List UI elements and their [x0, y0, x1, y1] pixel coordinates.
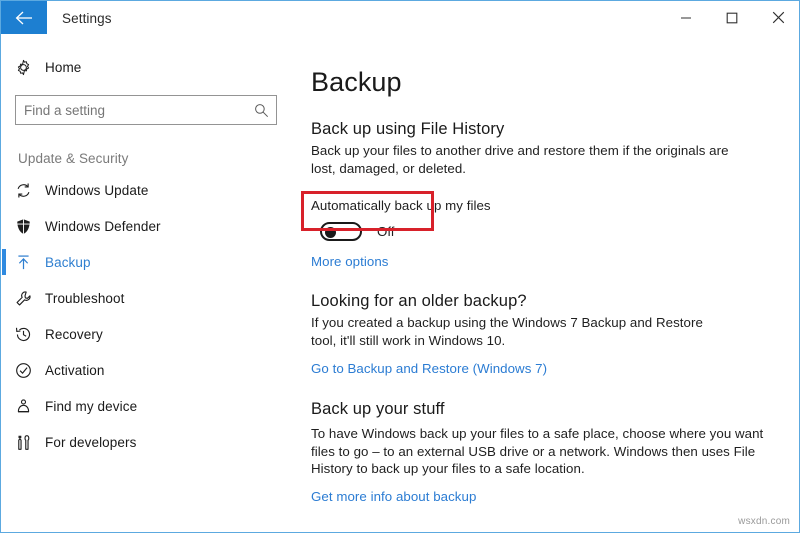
sidebar-item-label: Recovery: [45, 326, 103, 342]
sidebar-item-label: Find my device: [45, 398, 138, 414]
sidebar-item-recovery[interactable]: Recovery: [1, 316, 301, 352]
get-more-info-about-backup-link[interactable]: Get more info about backup: [311, 489, 476, 504]
minimize-button[interactable]: [663, 1, 709, 34]
section-back-up-your-stuff: Back up your stuff To have Windows back …: [311, 400, 799, 506]
window-controls: [663, 1, 799, 36]
upload-arrow-icon: [15, 254, 45, 271]
sidebar-item-label: For developers: [45, 434, 137, 450]
tools-icon: [15, 434, 45, 451]
sidebar-item-backup[interactable]: Backup: [1, 244, 301, 280]
wrench-icon: [15, 290, 45, 307]
minimize-icon: [680, 12, 692, 24]
sidebar-item-label: Windows Update: [45, 182, 149, 198]
maximize-button[interactable]: [709, 1, 755, 34]
settings-window: Settings Home Find a setting Update & Se…: [0, 0, 800, 533]
section-older-backup: Looking for an older backup? If you crea…: [311, 292, 799, 378]
sidebar-item-label: Troubleshoot: [45, 290, 125, 306]
section-file-history: Back up using File History Back up your …: [301, 120, 799, 271]
sidebar-item-label: Backup: [45, 254, 91, 270]
refresh-icon: [15, 182, 45, 199]
sidebar-item-label: Windows Defender: [45, 218, 161, 234]
more-options-link[interactable]: More options: [311, 254, 388, 269]
sidebar-item-windows-update[interactable]: Windows Update: [1, 172, 301, 208]
search-box[interactable]: [15, 95, 277, 125]
sidebar-item-troubleshoot[interactable]: Troubleshoot: [1, 280, 301, 316]
maximize-icon: [726, 12, 738, 24]
gear-icon: [15, 59, 45, 76]
arrow-left-icon: [15, 11, 33, 25]
sidebar-item-windows-defender[interactable]: Windows Defender: [1, 208, 301, 244]
page-title: Backup: [311, 67, 402, 97]
person-locator-icon: [15, 398, 45, 415]
go-to-backup-and-restore-link[interactable]: Go to Backup and Restore (Windows 7): [311, 361, 547, 376]
auto-backup-toggle[interactable]: [320, 221, 362, 241]
toggle-state-label: Off: [377, 223, 395, 239]
section-heading: Back up your stuff: [311, 400, 445, 418]
section-body: If you created a backup using the Window…: [311, 315, 703, 348]
close-button[interactable]: [755, 1, 799, 34]
window-content: Home Update & Security: [1, 36, 799, 532]
shield-icon: [15, 218, 45, 235]
sidebar-item-label: Activation: [45, 362, 105, 378]
title-bar: Settings: [1, 1, 799, 36]
check-circle-icon: [15, 362, 45, 379]
search-input[interactable]: [16, 96, 246, 124]
section-heading: Looking for an older backup?: [311, 292, 527, 310]
watermark: wsxdn.com: [738, 516, 790, 527]
sidebar: Home Update & Security: [1, 36, 301, 532]
sidebar-item-label: Home: [45, 59, 82, 75]
sidebar-item-activation[interactable]: Activation: [1, 352, 301, 388]
toggle-knob: [325, 226, 336, 238]
section-heading: Back up using File History: [311, 120, 505, 138]
main-pane: Backup Back up using File History Back u…: [301, 36, 799, 532]
section-body: To have Windows back up your files to a …: [311, 426, 764, 476]
toggle-label: Automatically back up my files: [311, 198, 491, 213]
back-button[interactable]: [1, 1, 47, 34]
auto-backup-toggle-row[interactable]: Off: [311, 217, 799, 245]
app-title: Settings: [62, 11, 112, 26]
sidebar-group-heading: Update & Security: [18, 151, 129, 166]
sidebar-item-find-my-device[interactable]: Find my device: [1, 388, 301, 424]
sidebar-item-home[interactable]: Home: [1, 49, 301, 85]
section-body: Back up your files to another drive and …: [311, 143, 729, 176]
close-icon: [772, 11, 785, 24]
sidebar-item-for-developers[interactable]: For developers: [1, 424, 301, 460]
history-clock-icon: [15, 326, 45, 343]
search-icon[interactable]: [246, 96, 276, 124]
